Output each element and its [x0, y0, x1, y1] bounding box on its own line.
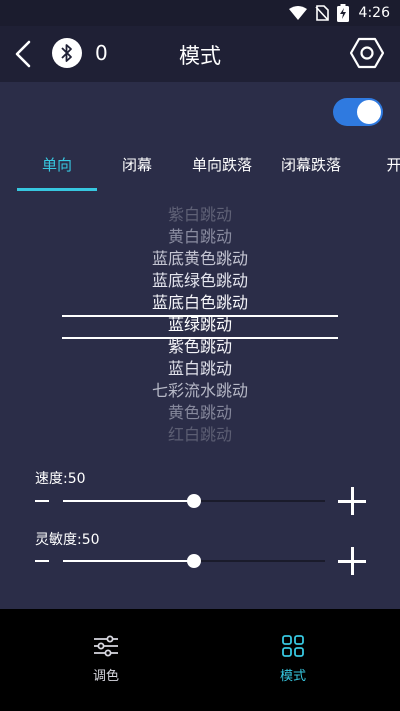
speed-slider-fill: [63, 500, 194, 502]
toggle-knob: [357, 100, 381, 124]
tab-single-drop[interactable]: 单向跌落: [180, 148, 264, 192]
nav-color-label: 调色: [92, 669, 119, 684]
speed-label: 速度:50: [35, 471, 86, 487]
picker-item[interactable]: 蓝底绿色跳动: [0, 270, 400, 292]
sensitivity-slider-thumb[interactable]: [187, 554, 201, 568]
nav-color[interactable]: 调色: [61, 635, 151, 684]
speed-plus-button[interactable]: [338, 487, 366, 515]
nav-mode-label: 模式: [279, 669, 306, 684]
sensitivity-slider[interactable]: [63, 554, 325, 568]
no-sim-icon: [314, 5, 329, 21]
picker-item[interactable]: 蓝底黄色跳动: [0, 248, 400, 270]
speed-minus-button[interactable]: [35, 500, 49, 502]
tab-curtain[interactable]: 闭幕: [97, 148, 177, 192]
mode-picker[interactable]: 紫白跳动 黄白跳动 蓝底黄色跳动 蓝底绿色跳动 蓝底白色跳动 蓝绿跳动 紫色跳动…: [0, 204, 400, 454]
picker-item[interactable]: 蓝白跳动: [0, 358, 400, 380]
tab-more[interactable]: 开: [374, 148, 400, 192]
nav-mode[interactable]: 模式: [248, 635, 338, 684]
tab-single[interactable]: 单向: [17, 148, 97, 192]
speed-slider-thumb[interactable]: [187, 494, 201, 508]
power-toggle[interactable]: [333, 98, 383, 126]
picker-item[interactable]: 黄色跳动: [0, 402, 400, 424]
header: 0 模式: [0, 26, 400, 82]
picker-item-selected[interactable]: 蓝绿跳动: [0, 314, 400, 336]
picker-item[interactable]: 紫白跳动: [0, 204, 400, 226]
status-icons: 4:26: [288, 4, 390, 22]
mode-content: 单向 闭幕 单向跌落 闭幕跌落 开 紫白跳动 黄白跳动 蓝底黄色跳动 蓝底绿色跳…: [0, 82, 400, 609]
status-bar: 4:26: [0, 0, 400, 26]
tab-underline: [17, 188, 97, 191]
sensitivity-minus-button[interactable]: [35, 560, 49, 562]
wifi-icon: [288, 6, 307, 20]
picker-item[interactable]: 七彩流水跳动: [0, 380, 400, 402]
sensitivity-slider-fill: [63, 560, 194, 562]
settings-icon[interactable]: [350, 36, 384, 70]
grid-icon: [282, 635, 304, 657]
sensitivity-plus-button[interactable]: [338, 547, 366, 575]
tab-curtain-drop[interactable]: 闭幕跌落: [268, 148, 354, 192]
bottom-nav: 调色 模式: [0, 609, 400, 711]
speed-slider[interactable]: [63, 494, 325, 508]
battery-charging-icon: [336, 4, 349, 22]
sliders-icon: [94, 635, 118, 657]
status-time: 4:26: [358, 5, 390, 21]
picker-item[interactable]: 蓝底白色跳动: [0, 292, 400, 314]
picker-item[interactable]: 紫色跳动: [0, 336, 400, 358]
page-title: 模式: [179, 44, 221, 68]
picker-item[interactable]: 黄白跳动: [0, 226, 400, 248]
mode-tabs: 单向 闭幕 单向跌落 闭幕跌落 开: [0, 148, 400, 192]
picker-item[interactable]: 红白跳动: [0, 424, 400, 446]
sensitivity-label: 灵敏度:50: [35, 532, 100, 548]
